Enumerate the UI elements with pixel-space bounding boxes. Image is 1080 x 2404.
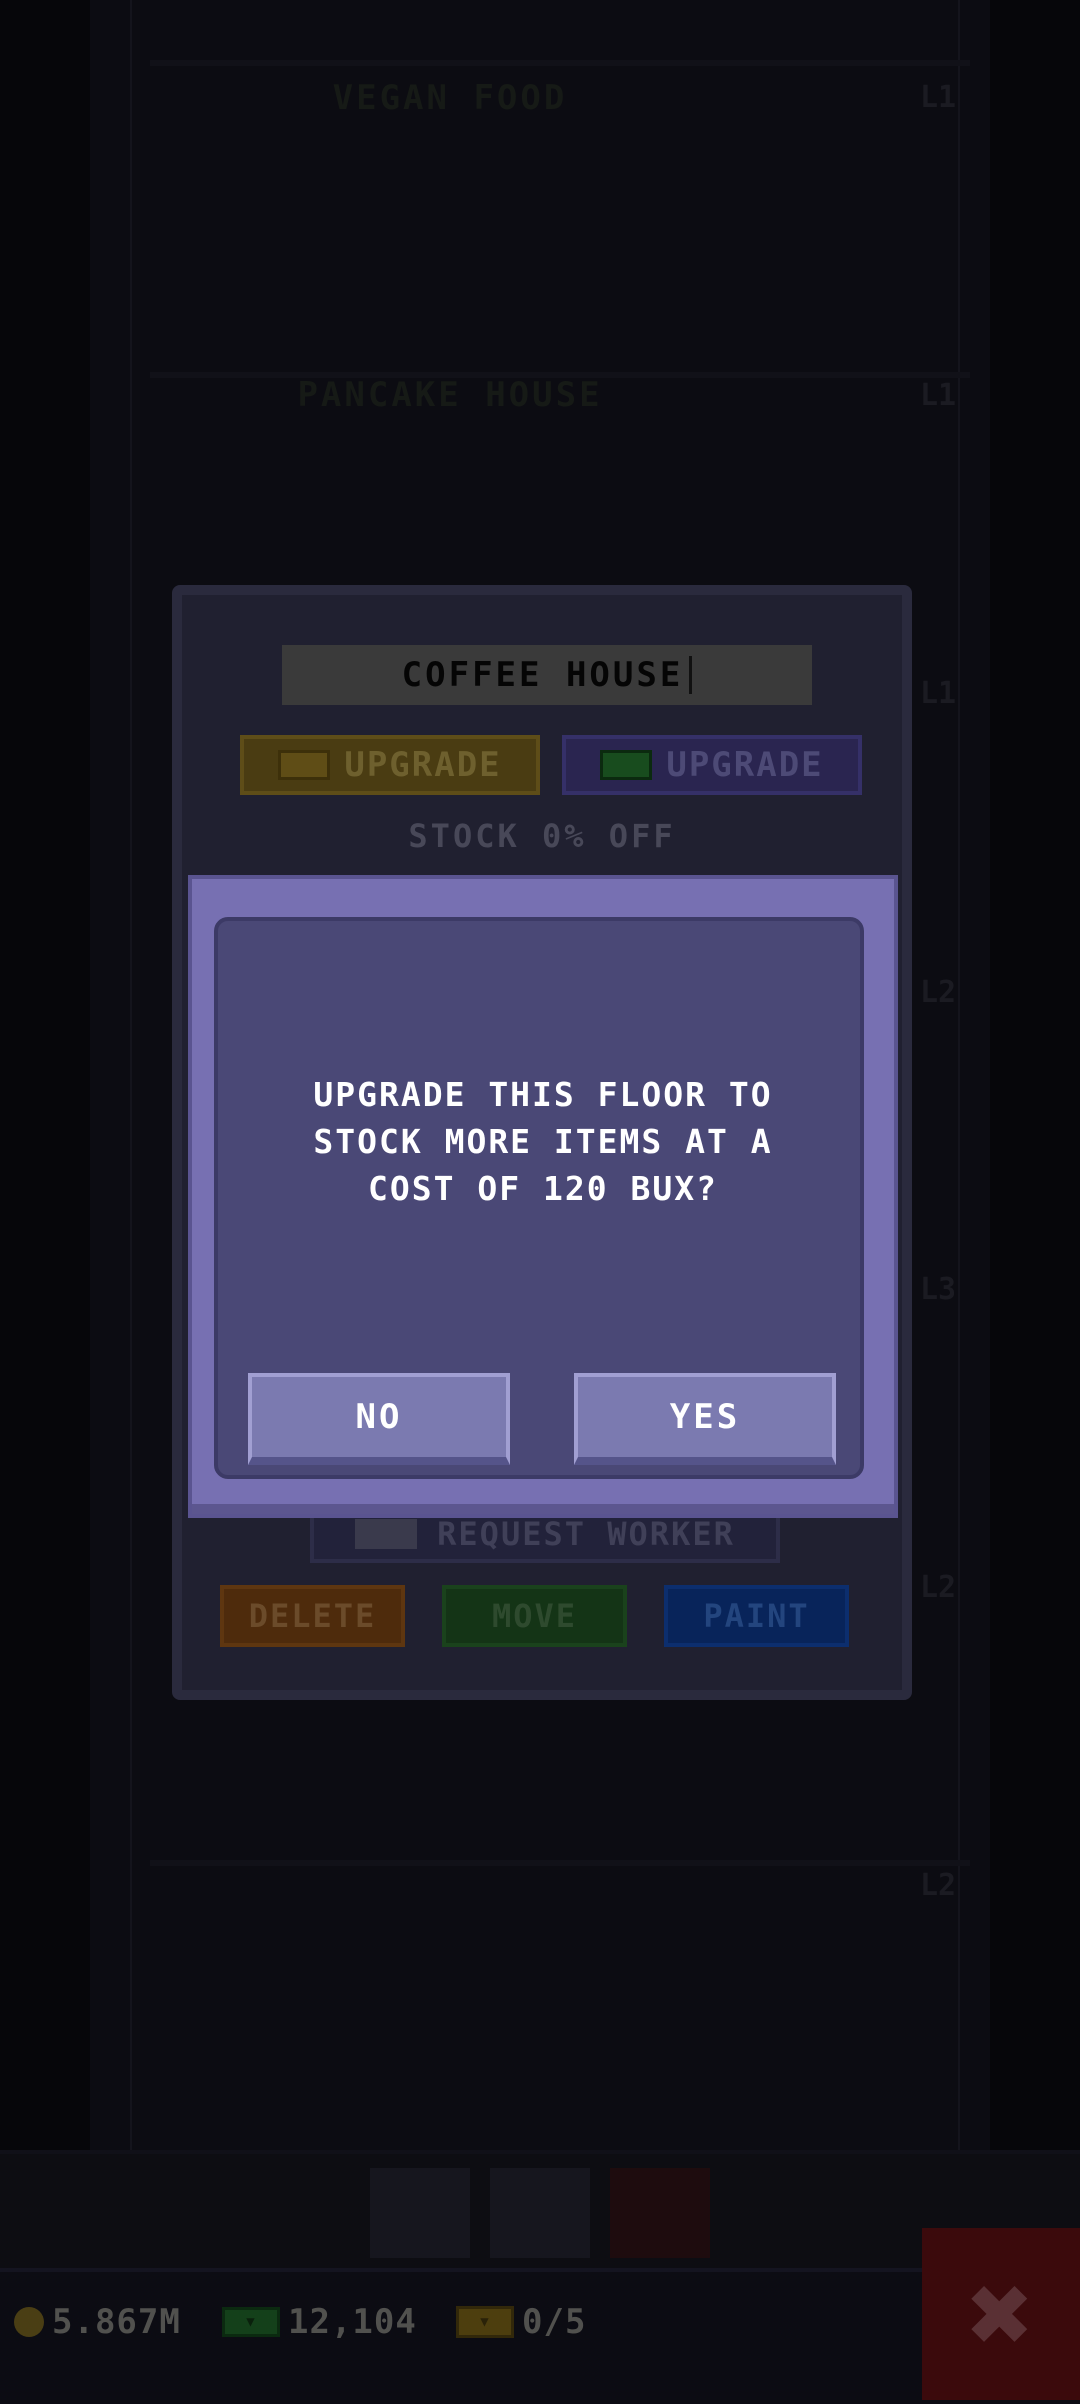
confirm-upgrade-dialog: UPGRADE THIS FLOOR TO STOCK MORE ITEMS A… xyxy=(188,875,898,1518)
elevator-icon[interactable] xyxy=(610,2168,710,2258)
yes-button[interactable]: YES xyxy=(574,1373,836,1465)
upgrade-coin-label: UPGRADE xyxy=(344,745,502,785)
status-bar: 5.867M ▼ 12,104 ▼ 0/5 xyxy=(0,2268,1080,2404)
floor-name-input[interactable]: COFFEE HOUSE xyxy=(282,645,812,705)
close-icon: ✖ xyxy=(967,2250,1035,2378)
floor-name-text: COFFEE HOUSE xyxy=(401,655,684,695)
coins-value: 5.867M xyxy=(52,2302,181,2342)
floor-level: L2 xyxy=(920,1868,957,1903)
worker-icon xyxy=(355,1519,418,1549)
bux-value: 12,104 xyxy=(288,2302,417,2342)
delete-button[interactable]: DELETE xyxy=(220,1585,405,1647)
stock-discount-text: STOCK 0% OFF xyxy=(408,817,676,855)
bux-icon: ▼ xyxy=(222,2307,280,2337)
coin-icon xyxy=(14,2307,44,2337)
confirm-panel: UPGRADE THIS FLOOR TO STOCK MORE ITEMS A… xyxy=(214,917,864,1479)
bottom-toolbar xyxy=(0,2150,1080,2272)
confirm-message: UPGRADE THIS FLOOR TO STOCK MORE ITEMS A… xyxy=(313,1075,773,1208)
request-worker-label: REQUEST WORKER xyxy=(437,1515,735,1553)
floor-level: L1 xyxy=(920,676,957,711)
floor-name: VEGAN FOOD xyxy=(332,78,568,118)
floor-level: L1 xyxy=(920,80,957,115)
no-button[interactable]: NO xyxy=(248,1373,510,1465)
floor-level: L3 xyxy=(920,1272,957,1307)
floor-level: L2 xyxy=(920,975,957,1010)
build-icon[interactable] xyxy=(490,2168,590,2258)
floor-name: PANCAKE HOUSE xyxy=(297,375,603,415)
ticket-icon xyxy=(278,750,331,780)
floor-level: L1 xyxy=(920,378,957,413)
paint-button[interactable]: PAINT xyxy=(664,1585,849,1647)
upgrade-bux-label: UPGRADE xyxy=(666,745,824,785)
bux-stat: ▼ 12,104 xyxy=(222,2302,417,2342)
floor-level: L2 xyxy=(920,1570,957,1605)
ticket-icon: ▼ xyxy=(456,2306,514,2338)
upgrade-coin-button[interactable]: UPGRADE xyxy=(240,735,540,795)
tickets-stat: ▼ 0/5 xyxy=(456,2302,586,2342)
list-icon[interactable] xyxy=(370,2168,470,2258)
text-cursor xyxy=(689,656,693,694)
tickets-value: 0/5 xyxy=(522,2302,587,2342)
move-button[interactable]: MOVE xyxy=(442,1585,627,1647)
coins-stat: 5.867M xyxy=(14,2302,181,2342)
close-button[interactable]: ✖ xyxy=(922,2228,1080,2400)
bux-icon xyxy=(600,750,653,780)
floor-row[interactable] xyxy=(150,1860,970,2151)
upgrade-bux-button[interactable]: UPGRADE xyxy=(562,735,862,795)
